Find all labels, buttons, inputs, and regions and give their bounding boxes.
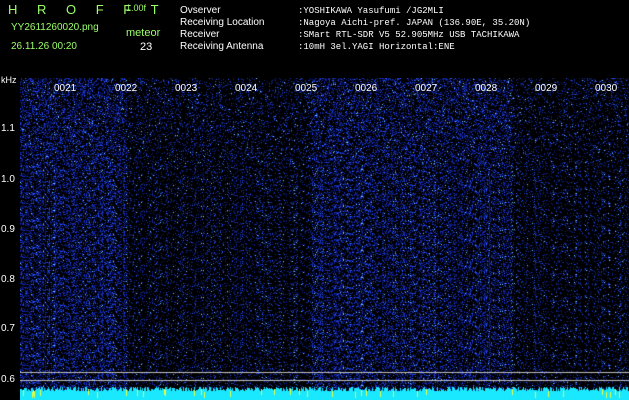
info-value-observer: :YOSHIKAWA Yasufumi /JG2MLI <box>298 6 444 16</box>
x-tick-label: 0023 <box>175 83 198 94</box>
x-tick-label: 0027 <box>415 83 438 94</box>
y-tick-label: 1.0 <box>1 174 15 185</box>
spectrogram-waterfall <box>20 78 629 400</box>
y-tick-label: 0.7 <box>1 323 15 334</box>
info-value-receiver: :SMart RTL-SDR V5 52.905MHz USB TACHIKAW… <box>298 30 520 40</box>
x-tick-label: 0030 <box>595 83 618 94</box>
y-tick-label: 0.6 <box>1 374 15 385</box>
info-value-location: :Nagoya Aichi-pref. JAPAN (136.90E, 35.2… <box>298 18 531 28</box>
info-key-observer: Ovserver <box>180 5 221 16</box>
y-tick-label: 0.9 <box>1 224 15 235</box>
info-key-antenna: Receiving Antenna <box>180 41 264 52</box>
y-tick-label: 1.1 <box>1 123 15 134</box>
x-tick-label: 0024 <box>235 83 258 94</box>
info-key-location: Receiving Location <box>180 17 265 28</box>
x-tick-label: 0025 <box>295 83 318 94</box>
meteor-label: meteor <box>126 27 161 39</box>
file-name: YY2611260020.png <box>11 22 99 33</box>
y-tick-label: 0.8 <box>1 274 15 285</box>
x-tick-label: 0029 <box>535 83 558 94</box>
info-value-antenna: :10mH 3el.YAGI Horizontal:ENE <box>298 42 455 52</box>
hrofft-window: H R O F F T 1.00f YY2611260020.png meteo… <box>0 0 629 400</box>
x-tick-label: 0021 <box>54 83 77 94</box>
timestamp: 26.11.26 00:20 <box>11 41 77 52</box>
x-tick-label: 0022 <box>115 83 138 94</box>
y-axis-unit: kHz <box>1 75 17 85</box>
x-tick-label: 0026 <box>355 83 378 94</box>
app-version: 1.00f <box>126 3 147 13</box>
info-key-receiver: Receiver <box>180 29 220 40</box>
x-tick-label: 0028 <box>475 83 498 94</box>
meteor-count: 23 <box>140 41 153 53</box>
